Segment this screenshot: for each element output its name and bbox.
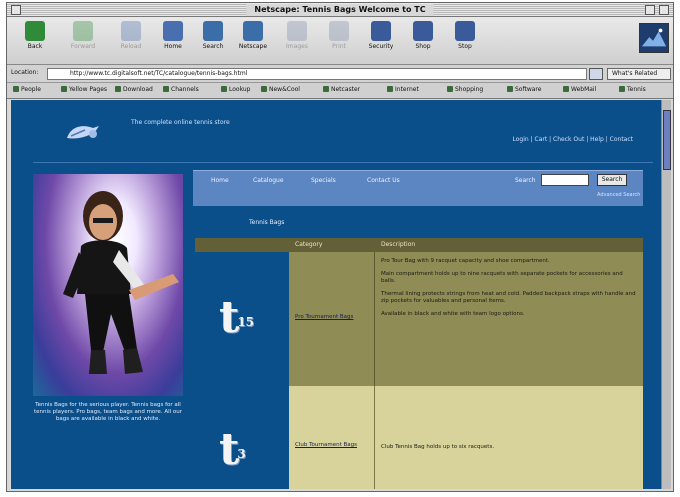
home-icon <box>163 21 183 41</box>
bookmark-item[interactable]: Tennis <box>619 86 646 93</box>
search-button[interactable]: Search <box>193 21 233 50</box>
player-photo <box>33 174 183 396</box>
bookmark-item[interactable]: Channels <box>163 86 199 93</box>
bookmark-item[interactable]: Download <box>115 86 153 93</box>
shop-icon <box>413 21 433 41</box>
print-button[interactable]: Print <box>319 21 359 50</box>
description-text: Pro Tour Bag with 9 racquet capacity and… <box>381 258 550 264</box>
back-arrow-icon <box>25 21 45 41</box>
photo-caption: Tennis Bags for the serious player. Tenn… <box>34 402 182 422</box>
site-logo-icon[interactable] <box>63 120 103 144</box>
toolbar-button-label: Images <box>286 43 308 50</box>
description-text: Available in black and white with team l… <box>381 311 525 317</box>
section-heading: Tennis Bags <box>249 219 285 226</box>
print-icon <box>329 21 349 41</box>
bookmark-item[interactable]: Lookup <box>221 86 250 93</box>
toolbar-button-label: Search <box>202 43 224 50</box>
nav-specials-link[interactable]: Specials <box>311 177 336 184</box>
url-field[interactable]: http://www.tc.digitalsoft.net/TC/catalog… <box>47 68 587 80</box>
description-text: Club Tennis Bag holds up to six racquets… <box>381 444 495 450</box>
images-icon <box>287 21 307 41</box>
description-text: Thermal lining protects strings from hea… <box>381 291 636 304</box>
site-tagline: The complete online tennis store <box>131 119 230 126</box>
page-proxy-icon[interactable] <box>589 68 603 80</box>
location-bar: Location: http://www.tc.digitalsoft.net/… <box>7 65 673 83</box>
reload-icon <box>121 21 141 41</box>
site-search-input[interactable] <box>541 174 589 186</box>
table-header: Category Description <box>195 238 643 252</box>
site-search-button[interactable]: Search <box>597 174 627 186</box>
netscape-logo-icon[interactable] <box>639 23 669 53</box>
reload-button[interactable]: Reload <box>111 21 151 50</box>
header-divider <box>33 162 653 163</box>
column-header-description: Description <box>381 241 416 248</box>
nav-catalogue-link[interactable]: Catalogue <box>253 177 284 184</box>
netscape-icon <box>243 21 263 41</box>
search-label: Search <box>515 177 536 184</box>
tennis-player-illustration <box>63 191 179 374</box>
description-text: Main compartment holds up to nine racque… <box>381 271 623 284</box>
bookmark-item[interactable]: New&Cool <box>261 86 300 93</box>
close-box-icon[interactable] <box>11 5 21 15</box>
toolbar-button-label: Reload <box>120 43 142 50</box>
stop-icon <box>455 21 475 41</box>
stop-button[interactable]: Stop <box>445 21 485 50</box>
images-button[interactable]: Images <box>277 21 317 50</box>
table-cell-category: Club Tournament Bags <box>289 386 375 489</box>
category-link[interactable]: Pro Tournament Bags <box>295 314 353 320</box>
scrollbar-thumb[interactable] <box>663 110 671 170</box>
home-button[interactable]: Home <box>153 21 193 50</box>
table-cell-description: Club Tennis Bag holds up to six racquets… <box>375 386 643 489</box>
bookmark-item[interactable]: Yellow Pages <box>61 86 107 93</box>
brand-column: t15 t3 <box>195 252 289 489</box>
tc-brand-mark-icon: t3 <box>219 424 246 475</box>
location-label: Location: <box>11 69 39 76</box>
web-page: The complete online tennis store Login |… <box>11 100 663 489</box>
window-title: Netscape: Tennis Bags Welcome to TC <box>246 4 434 16</box>
bookmark-item[interactable]: People <box>13 86 41 93</box>
toolbar-button-label: Netscape <box>238 43 268 50</box>
title-bar[interactable]: Netscape: Tennis Bags Welcome to TC <box>7 3 673 17</box>
netscape-button[interactable]: Netscape <box>233 21 273 50</box>
nav-home-link[interactable]: Home <box>211 177 229 184</box>
category-link[interactable]: Club Tournament Bags <box>295 442 357 448</box>
navigation-toolbar: Back Forward Reload Home Search Netscape Image… <box>7 17 673 65</box>
forward-button[interactable]: Forward <box>63 21 103 50</box>
collapse-box-icon[interactable] <box>659 5 669 15</box>
toolbar-button-label: Security <box>368 43 394 50</box>
zoom-box-icon[interactable] <box>645 5 655 15</box>
toolbar-button-label: Back <box>27 43 43 50</box>
toolbar-button-label: Stop <box>458 43 472 50</box>
whats-related-button[interactable]: What's Related <box>607 68 671 80</box>
toolbar-button-label: Home <box>164 43 182 50</box>
toolbar-button-label: Forward <box>70 43 96 50</box>
bookmark-item[interactable]: Shopping <box>447 86 483 93</box>
bookmark-item[interactable]: Software <box>507 86 541 93</box>
shop-button[interactable]: Shop <box>403 21 443 50</box>
toolbar-button-label: Shop <box>415 43 431 50</box>
bookmark-item[interactable]: WebMail <box>563 86 596 93</box>
security-button[interactable]: Security <box>361 21 401 50</box>
tc-brand-mark-icon: t15 <box>219 292 255 343</box>
toolbar-button-label: Print <box>332 43 346 50</box>
table-cell-description: Pro Tour Bag with 9 racquet capacity and… <box>375 252 643 386</box>
bookmark-item[interactable]: Netcaster <box>323 86 360 93</box>
column-header-category: Category <box>295 241 323 248</box>
personal-toolbar: People Yellow Pages Download Channels Lookup… <box>7 83 673 99</box>
forward-arrow-icon <box>73 21 93 41</box>
lock-icon <box>371 21 391 41</box>
vertical-scrollbar[interactable] <box>661 100 671 489</box>
table-cell-category: Pro Tournament Bags <box>289 252 375 386</box>
bookmark-item[interactable]: Internet <box>387 86 419 93</box>
back-button[interactable]: Back <box>15 21 55 50</box>
browser-window: Netscape: Tennis Bags Welcome to TC Back… <box>6 2 674 492</box>
account-links[interactable]: Login | Cart | Check Out | Help | Contac… <box>513 136 633 143</box>
search-icon <box>203 21 223 41</box>
nav-contact-link[interactable]: Contact Us <box>367 177 400 184</box>
advanced-search-link[interactable]: Advanced Search <box>597 192 640 198</box>
site-nav-bar: Home Catalogue Specials Contact Us Searc… <box>193 170 643 206</box>
